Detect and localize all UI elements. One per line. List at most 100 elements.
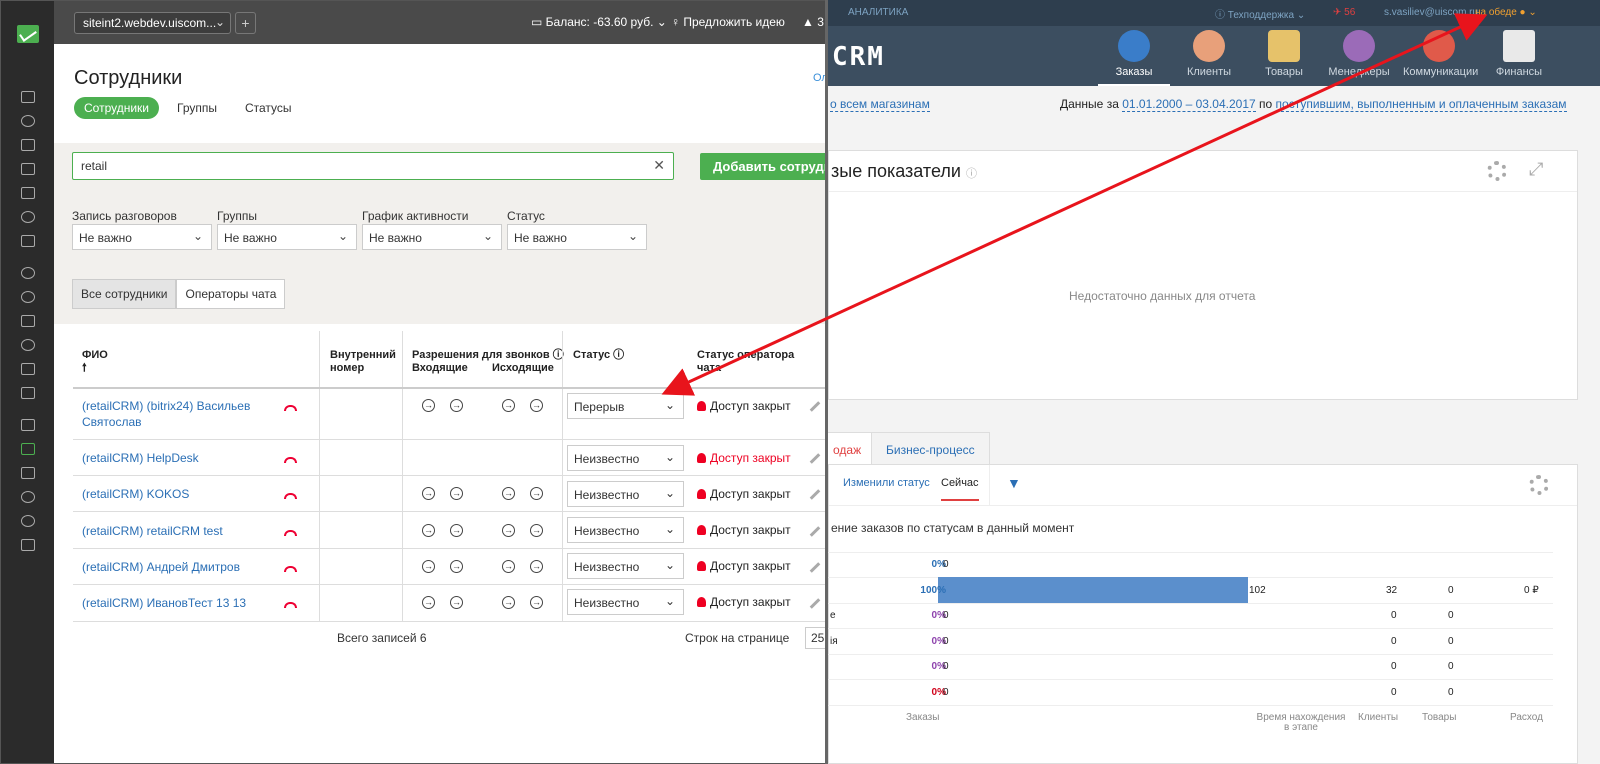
employee-link[interactable]: (retailCRM) HelpDesk [82, 450, 199, 466]
clock-icon[interactable] [21, 491, 35, 503]
sub-tab-now[interactable]: Сейчас [941, 477, 979, 501]
edit-icon[interactable] [809, 526, 821, 537]
users-icon[interactable] [21, 443, 35, 455]
tab-sales[interactable]: одаж [828, 432, 877, 468]
filter-schedule-select[interactable]: Не важно ⌄ [362, 224, 502, 250]
table-icon[interactable] [21, 163, 35, 175]
outgoing-call-icon[interactable]: → [530, 524, 543, 537]
filter-status-select[interactable]: Не важно ⌄ [507, 224, 647, 250]
outgoing-call-icon[interactable]: → [502, 524, 515, 537]
card-icon[interactable] [21, 539, 35, 551]
nav-communications[interactable]: Коммуникации [1403, 30, 1478, 78]
help-icon[interactable]: ⓘ [613, 349, 624, 361]
status-select[interactable]: Неизвестно ⌄ [567, 553, 684, 579]
nav-orders[interactable]: Заказы [1098, 30, 1170, 86]
incoming-call-icon[interactable]: → [422, 524, 435, 537]
calendar-icon[interactable] [21, 235, 35, 247]
logo-icon[interactable] [17, 25, 39, 43]
sort-up-icon[interactable]: 🠕 [82, 362, 87, 374]
tab-statuses[interactable]: Статусы [235, 97, 302, 119]
nav-clients[interactable]: Клиенты [1173, 30, 1245, 78]
edit-icon[interactable] [809, 562, 821, 573]
segment-chat-operators[interactable]: Операторы чата [176, 279, 286, 309]
outgoing-call-icon[interactable]: → [502, 560, 515, 573]
status-select[interactable]: Неизвестно ⌄ [567, 481, 684, 507]
outgoing-call-icon[interactable]: → [502, 596, 515, 609]
outgoing-call-icon[interactable]: → [502, 399, 515, 412]
bell-icon[interactable] [21, 515, 35, 527]
incoming-call-icon[interactable]: → [422, 560, 435, 573]
grid-icon[interactable] [21, 419, 35, 431]
filter-recording-select[interactable]: Не важно ⌄ [72, 224, 212, 250]
search-input[interactable]: retail ✕ [72, 152, 674, 180]
notifications[interactable]: ▲ 3 [802, 15, 824, 29]
add-site-button[interactable]: + [235, 12, 256, 34]
all-shops-link[interactable]: о всем магазинам [830, 97, 930, 112]
edit-icon[interactable] [809, 401, 821, 412]
employee-link[interactable]: (retailCRM) retailCRM test [82, 523, 223, 539]
incoming-call-icon[interactable]: → [450, 560, 463, 573]
incoming-call-icon[interactable]: → [422, 596, 435, 609]
outgoing-call-icon[interactable]: → [530, 596, 543, 609]
nav-managers[interactable]: Менеджеры [1323, 30, 1395, 78]
gear-icon[interactable] [1529, 475, 1549, 495]
shops-filter[interactable]: о всем магазинам [830, 97, 930, 112]
user-status[interactable]: на обеде ● ⌄ [1475, 7, 1537, 18]
tab-groups[interactable]: Группы [167, 97, 227, 119]
cart-icon[interactable] [21, 187, 35, 199]
order-types-link[interactable]: поступившим, выполненным и оплаченным за… [1275, 97, 1567, 112]
outgoing-call-icon[interactable]: → [530, 399, 543, 412]
status-select[interactable]: Неизвестно ⌄ [567, 517, 684, 543]
dashboard-icon[interactable] [21, 91, 35, 103]
incoming-call-icon[interactable]: → [450, 399, 463, 412]
nav-finance[interactable]: Финансы [1483, 30, 1555, 78]
status-select[interactable]: Неизвестно ⌄ [567, 589, 684, 615]
add-employee-button[interactable]: Добавить сотрудника [700, 153, 837, 180]
expand-icon[interactable]: ⤢ [1529, 159, 1543, 180]
segment-all-employees[interactable]: Все сотрудники [72, 279, 177, 309]
chart-pie-icon[interactable] [21, 115, 35, 127]
refresh-icon[interactable] [21, 291, 35, 303]
help-icon[interactable]: ⓘ [966, 168, 977, 180]
notifications-count[interactable]: ✈ 56 [1333, 7, 1355, 18]
ear-icon[interactable] [21, 267, 35, 279]
report-icon[interactable] [21, 467, 35, 479]
chat-icon[interactable] [21, 363, 35, 375]
sub-tab-changed-status[interactable]: Изменили статус [843, 477, 930, 489]
outgoing-call-icon[interactable]: → [502, 487, 515, 500]
site-select[interactable]: siteint2.webdev.uiscom... ⌄ [74, 12, 231, 34]
employee-link[interactable]: (retailCRM) ИвановТест 13 13 [82, 595, 246, 611]
edit-icon[interactable] [809, 598, 821, 609]
incoming-call-icon[interactable]: → [450, 487, 463, 500]
incoming-call-icon[interactable]: → [450, 596, 463, 609]
outgoing-call-icon[interactable]: → [530, 560, 543, 573]
period-link[interactable]: 01.01.2000 – 03.04.2017 [1122, 97, 1256, 112]
analytics-link[interactable]: АНАЛИТИКА [848, 7, 908, 18]
incoming-call-icon[interactable]: → [422, 487, 435, 500]
tools-icon[interactable] [21, 315, 35, 327]
employee-link[interactable]: (retailCRM) Андрей Дмитров [82, 559, 240, 575]
suggest-idea[interactable]: ♀ Предложить идею [671, 15, 785, 29]
outgoing-call-icon[interactable]: → [530, 487, 543, 500]
edit-icon[interactable] [809, 489, 821, 500]
headset-icon[interactable] [21, 339, 35, 351]
user-email[interactable]: s.vasiliev@uiscom.ru [1384, 7, 1478, 18]
close-icon[interactable]: ✕ [653, 157, 665, 174]
incoming-call-icon[interactable]: → [450, 524, 463, 537]
balance[interactable]: ▭ Баланс: -63.60 руб. ⌄ [531, 15, 667, 29]
nav-goods[interactable]: Товары [1248, 30, 1320, 78]
gear-icon[interactable] [1487, 161, 1507, 181]
status-select[interactable]: Перерыв ⌄ [567, 393, 684, 419]
edit-icon[interactable] [809, 453, 821, 464]
stats-icon[interactable] [21, 139, 35, 151]
phone-box-icon[interactable] [21, 387, 35, 399]
filter-icon[interactable]: ▼ [1007, 475, 1021, 491]
incoming-call-icon[interactable]: → [422, 399, 435, 412]
status-select[interactable]: Неизвестно ⌄ [567, 445, 684, 471]
filter-groups-select[interactable]: Не важно ⌄ [217, 224, 357, 250]
employee-link[interactable]: (retailCRM) (bitrix24) Васильев Святосла… [82, 398, 252, 430]
employee-link[interactable]: (retailCRM) KOKOS [82, 486, 189, 502]
header-fio[interactable]: ФИО 🠕 [82, 349, 108, 375]
tab-employees[interactable]: Сотрудники [74, 97, 159, 119]
support-link[interactable]: ⓘ Техподдержка ⌄ [1215, 6, 1305, 21]
